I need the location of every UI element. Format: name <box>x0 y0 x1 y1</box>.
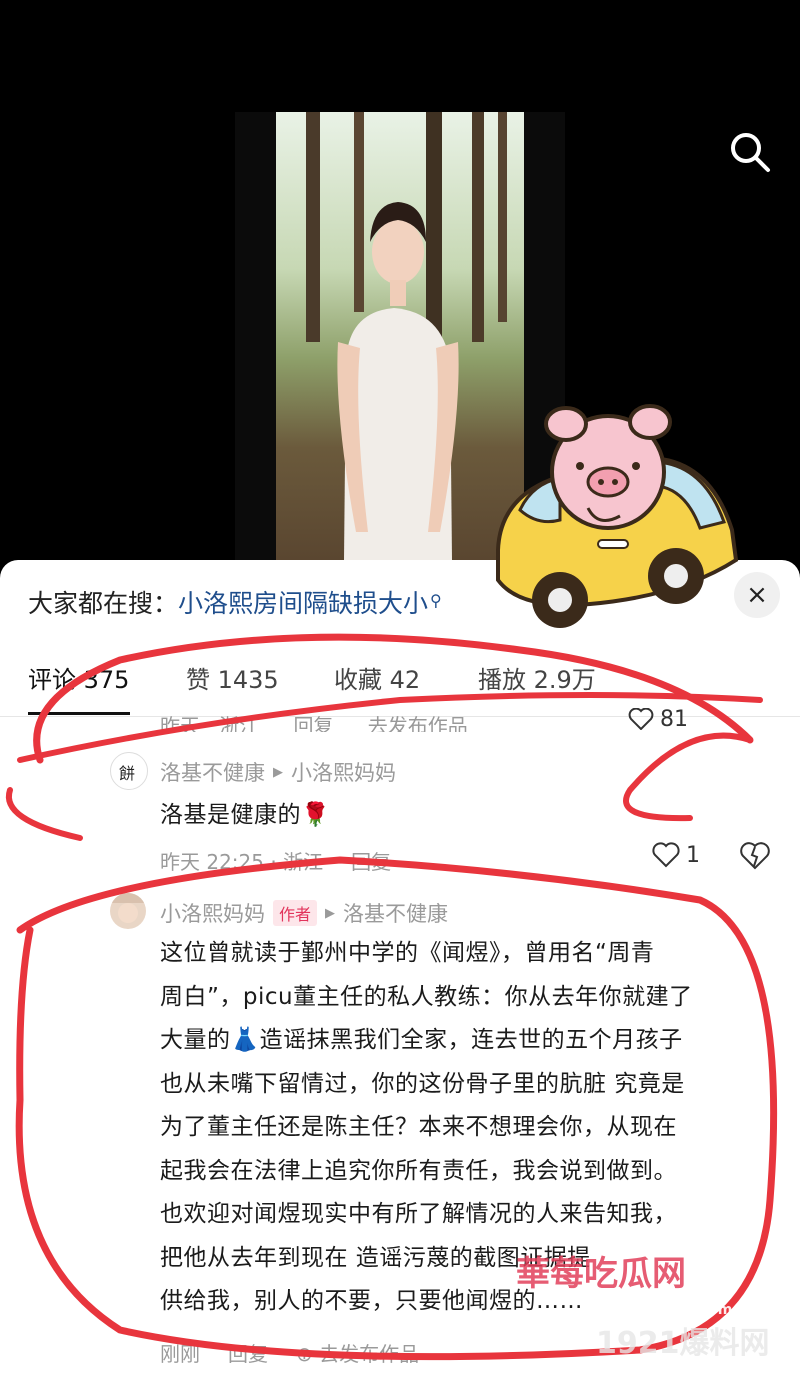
watermark: 1921爆料网 <box>596 1326 770 1361</box>
watermark: 華莓吃瓜网 <box>516 1254 686 1294</box>
red-annotation-scribbles <box>5 633 778 1361</box>
watermark-url: www.cmcgw.com <box>598 1302 733 1318</box>
